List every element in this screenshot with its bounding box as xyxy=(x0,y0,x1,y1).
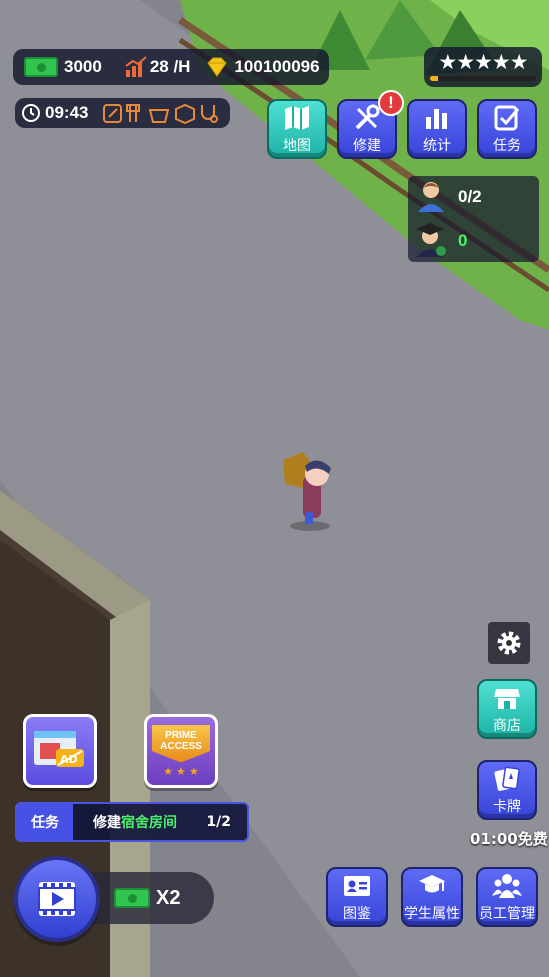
build-tools-icon xyxy=(355,104,380,130)
mission-tag: 任务 xyxy=(17,804,73,840)
rating-progress-fill xyxy=(430,76,439,81)
collection-label: 图鉴 xyxy=(343,906,371,922)
student-attributes-label: 学生属性 xyxy=(404,906,460,922)
mission-text: 修建宿舍房间 xyxy=(93,812,177,832)
clock-icon xyxy=(22,104,40,122)
star-rating: ★★★★★ xyxy=(438,51,528,74)
reward-cash-icon xyxy=(114,888,150,908)
student-avatar-icon xyxy=(418,182,444,212)
graduates-count: 0 xyxy=(458,231,468,250)
cash-value: 3000 xyxy=(64,57,102,76)
student-attributes-button[interactable]: 学生属性 xyxy=(401,867,463,927)
stats-button[interactable]: 统计 xyxy=(407,99,467,159)
cards-button[interactable]: 卡牌 xyxy=(477,760,537,820)
id-card-icon xyxy=(344,876,370,896)
shop-button[interactable]: 商店 xyxy=(477,679,537,739)
prime-access-badge: PRIME ACCESS xyxy=(152,724,210,763)
no-ads-icon: AD xyxy=(34,731,84,767)
access-text: ACCESS xyxy=(160,740,202,752)
watch-video-button[interactable] xyxy=(14,856,100,942)
cash-icon xyxy=(24,57,58,77)
tasks-button[interactable]: 任务 xyxy=(477,99,537,159)
gem-value: 100100096 xyxy=(234,57,320,76)
gem-icon xyxy=(207,57,228,77)
shop-icon xyxy=(494,689,520,709)
tasks-label: 任务 xyxy=(493,138,521,154)
build-alert-badge: ! xyxy=(378,90,404,116)
prime-stars: ★ ★ ★ xyxy=(163,765,199,778)
cards-icon xyxy=(494,766,520,791)
checklist-icon xyxy=(494,105,520,131)
map-label: 地图 xyxy=(283,138,311,154)
staff-management-button[interactable]: 员工管理 xyxy=(476,867,538,927)
gear-icon xyxy=(497,631,521,655)
students-count: 0/2 xyxy=(458,187,482,206)
build-label: 修建 xyxy=(353,138,381,154)
rating-progress-bar xyxy=(430,76,536,81)
map-icon xyxy=(285,106,309,130)
staff-management-label: 员工管理 xyxy=(479,906,535,922)
income-chart-icon xyxy=(125,56,147,77)
shop-label: 商店 xyxy=(493,718,521,734)
resource-bar: 3000 28 /H 100100096 xyxy=(13,49,329,85)
time-bar: 09:43 xyxy=(15,98,230,128)
rating-panel[interactable]: ★★★★★ xyxy=(424,47,542,87)
people-panel[interactable]: 0/2 0 xyxy=(408,176,539,262)
collection-button[interactable]: 图鉴 xyxy=(326,867,388,927)
reward-multiplier: X2 xyxy=(156,886,181,909)
prime-text: PRIME xyxy=(165,729,197,741)
remove-ads-button[interactable]: AD xyxy=(23,714,97,788)
cards-free-timer: 01:00免费 xyxy=(470,830,548,848)
mission-progress: 1/2 xyxy=(206,814,231,830)
prime-access-button[interactable]: PRIME ACCESS ★ ★ ★ xyxy=(144,714,218,788)
mission-text-prefix: 修建 xyxy=(93,815,121,831)
map-button[interactable]: 地图 xyxy=(267,99,327,159)
alert-mark: ! xyxy=(388,93,394,112)
video-icon xyxy=(38,882,76,916)
mission-text-highlight: 宿舍房间 xyxy=(121,815,177,831)
time-value: 09:43 xyxy=(45,103,89,122)
settings-button[interactable] xyxy=(488,622,530,664)
income-value: 28 /H xyxy=(149,57,191,76)
graduate-avatar-icon xyxy=(416,223,446,257)
facility-icons xyxy=(103,103,219,124)
bar-chart-icon xyxy=(426,109,447,129)
cards-label: 卡牌 xyxy=(493,799,521,815)
stats-label: 统计 xyxy=(423,138,451,154)
graduation-cap-icon xyxy=(419,875,445,893)
staff-group-icon xyxy=(492,874,522,898)
mission-bar[interactable]: 任务 修建宿舍房间 1/2 xyxy=(15,802,249,842)
student-character[interactable] xyxy=(275,448,345,533)
